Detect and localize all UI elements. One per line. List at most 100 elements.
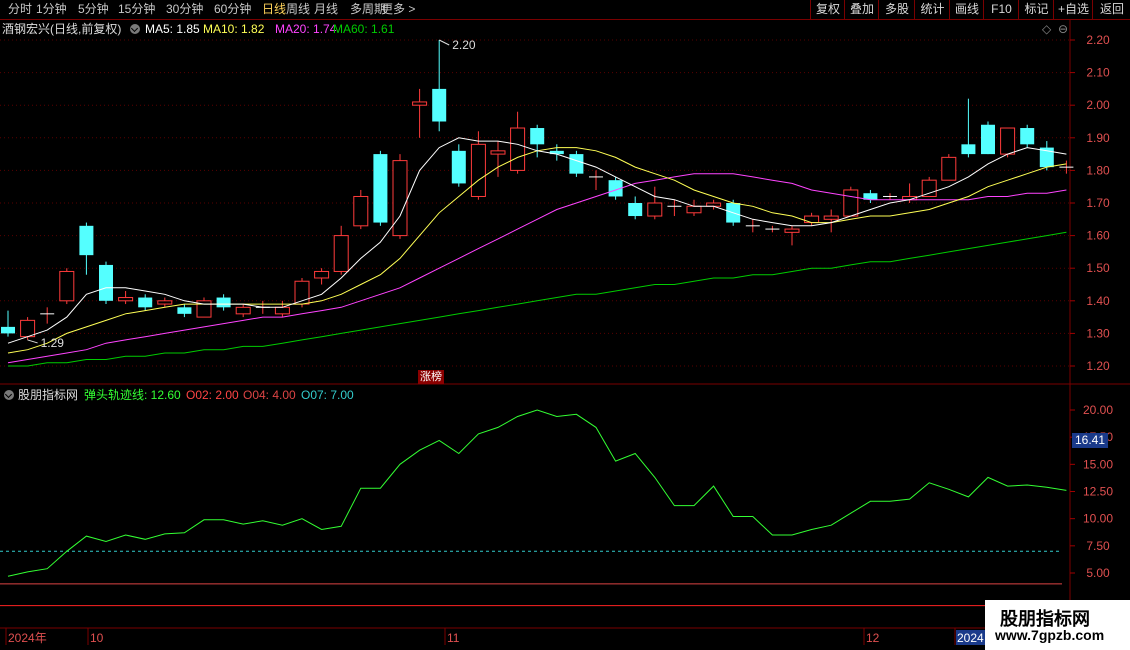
stock-title: 酒钢宏兴(日线,前复权): [2, 22, 122, 36]
period-tab-10[interactable]: 更多 >: [378, 1, 418, 18]
candle-body-up: [294, 280, 310, 305]
ind-tick-label: 15.00: [1083, 457, 1113, 471]
ind-tick-label: 7.50: [1086, 539, 1110, 553]
toolbar-button-8[interactable]: 返回: [1092, 0, 1130, 19]
indicator-line: [7, 409, 1067, 577]
toolbar-button-2[interactable]: 多股: [878, 0, 915, 19]
date-label: 2024: [957, 631, 984, 645]
date-label: 11: [447, 631, 460, 645]
toolbar-button-5[interactable]: F10: [983, 0, 1019, 19]
candle-body-up: [235, 306, 251, 315]
period-tab-4[interactable]: 30分钟: [163, 1, 206, 18]
candle-body-down: [569, 154, 584, 174]
ma60-label: MA60: 1.61: [333, 22, 395, 36]
candle-body-down: [863, 193, 878, 200]
event-badge[interactable]: 涨榜: [418, 370, 444, 384]
candle-body-up: [353, 195, 369, 227]
y-tick-label: 2.10: [1086, 66, 1110, 80]
candle-body-down: [99, 264, 113, 301]
candle-body-up: [470, 143, 486, 197]
candle-body-up: [196, 300, 212, 318]
collapse-icon[interactable]: [130, 24, 140, 34]
toolbar-button-3[interactable]: 统计: [914, 0, 950, 19]
current-value-badge: 16.41: [1072, 433, 1108, 448]
o07-label: O07: 7.00: [301, 388, 354, 402]
period-tab-2[interactable]: 5分钟: [75, 1, 112, 18]
indicator-line-label: 弹头轨迹线: 12.60: [84, 388, 181, 402]
date-label: 2024年: [8, 631, 47, 645]
candle-body-up: [823, 215, 839, 220]
toolbar-button-0[interactable]: 复权: [810, 0, 845, 19]
candle-body-down: [608, 180, 623, 197]
candle-body-up: [274, 306, 290, 315]
candle-body-down: [530, 128, 545, 145]
y-tick-label: 1.30: [1086, 326, 1110, 340]
collapse-toggle-icon[interactable]: ⊖: [1058, 21, 1068, 37]
o04-label: O04: 4.00: [243, 388, 296, 402]
candle-body-down: [432, 88, 447, 122]
y-tick-label: 1.50: [1086, 261, 1110, 275]
y-tick-label: 1.20: [1086, 359, 1110, 373]
candle-body-up: [157, 300, 173, 305]
period-tab-5[interactable]: 60分钟: [211, 1, 254, 18]
candle-body-up: [412, 101, 428, 106]
candle-body-up: [510, 127, 526, 171]
period-tab-3[interactable]: 15分钟: [115, 1, 158, 18]
indicator-collapse-icon[interactable]: [4, 390, 14, 400]
y-tick-label: 1.60: [1086, 229, 1110, 243]
ind-tick-label: 12.50: [1083, 485, 1113, 499]
ma10-line: [7, 147, 1067, 354]
candle-body-up: [686, 205, 702, 214]
candle-body-up: [804, 215, 820, 224]
candle-body-up: [647, 202, 663, 217]
ind-tick-label: 10.00: [1083, 512, 1113, 526]
candle-body-down: [981, 124, 995, 155]
toolbar-button-1[interactable]: 叠加: [844, 0, 879, 19]
toolbar-button-4[interactable]: 画线: [949, 0, 984, 19]
candle-body-down: [628, 203, 643, 217]
y-tick-label: 2.20: [1086, 33, 1110, 47]
period-tab-1[interactable]: 1分钟: [33, 1, 70, 18]
y-tick-label: 1.70: [1086, 196, 1110, 210]
candle-body-down: [373, 154, 388, 223]
candle-body-down: [451, 150, 466, 184]
candle-body-up: [921, 179, 937, 197]
ma20-label: MA20: 1.74: [275, 22, 337, 36]
low-marker: [27, 339, 38, 344]
candle-body-up: [314, 270, 330, 279]
period-tab-0[interactable]: 分时: [5, 1, 35, 18]
candle-body-up: [118, 297, 134, 302]
y-tick-label: 1.90: [1086, 131, 1110, 145]
date-label: 12: [866, 631, 880, 645]
high-marker: [438, 39, 450, 46]
candle-body-down: [79, 225, 94, 256]
y-tick-label: 1.40: [1086, 294, 1110, 308]
ma60-line: [8, 231, 1067, 367]
candle-body-up: [784, 228, 800, 233]
period-tab-8[interactable]: 月线: [311, 1, 341, 18]
watermark-url: www.7gpzb.com: [995, 627, 1105, 643]
candle-body-down: [1039, 147, 1054, 168]
ma5-label: MA5: 1.85: [145, 22, 200, 36]
candle-body-up: [59, 270, 75, 302]
diamond-icon[interactable]: ◇: [1042, 21, 1051, 37]
o02-label: O02: 2.00: [186, 388, 239, 402]
toolbar-button-7[interactable]: +自选: [1053, 0, 1093, 19]
candle-body-up: [706, 202, 722, 207]
date-highlight: [956, 630, 985, 645]
candle-body-up: [20, 319, 36, 338]
period-tab-7[interactable]: 周线: [283, 1, 313, 18]
candle-body-down: [549, 150, 564, 155]
candlestick-chart[interactable]: 2.20 2.10 2.00 1.90 1.80 1.70 1.60 1.50 1.40 1.30…: [0, 0, 1130, 650]
date-label: 10: [90, 631, 104, 645]
candle-body-up: [392, 160, 408, 237]
low-annotation: 1.29: [41, 336, 65, 350]
candle-body-down: [1, 326, 15, 334]
candle-body-down: [216, 297, 231, 308]
candle-body-down: [177, 307, 192, 314]
high-annotation: 2.20: [452, 38, 476, 52]
indicator-name: 股朋指标网: [18, 388, 79, 402]
candle-body-up: [941, 156, 957, 181]
toolbar-button-6[interactable]: 标记: [1018, 0, 1054, 19]
candle-body-up: [333, 235, 349, 272]
